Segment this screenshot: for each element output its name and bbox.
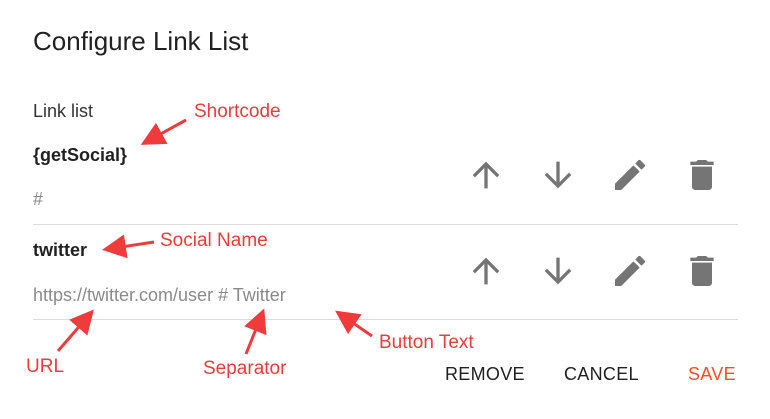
arrow-down-icon <box>544 161 572 189</box>
shortcode-arrow <box>140 118 187 145</box>
move-down-button[interactable] <box>538 155 578 195</box>
edit-button[interactable] <box>610 155 650 195</box>
move-up-button[interactable] <box>466 155 506 195</box>
row-divider <box>33 224 738 225</box>
social-name-arrow <box>102 234 155 259</box>
shortcode-annotation: Shortcode <box>194 101 281 122</box>
edit-button[interactable] <box>610 251 650 291</box>
dialog-title: Configure Link List <box>33 26 249 56</box>
row-name[interactable]: twitter <box>33 240 87 261</box>
trash-icon <box>690 256 714 286</box>
arrow-up-icon <box>472 257 500 285</box>
cancel-button[interactable]: CANCEL <box>564 364 639 385</box>
move-down-button[interactable] <box>538 251 578 291</box>
url-annotation: URL <box>26 356 65 377</box>
delete-button[interactable] <box>682 251 722 291</box>
arrow-up-icon <box>472 161 500 189</box>
pencil-icon <box>615 159 646 190</box>
button-text-arrow <box>335 310 373 338</box>
row-name[interactable]: {getSocial} <box>33 145 127 166</box>
trash-icon <box>690 160 714 190</box>
row-divider <box>33 319 738 320</box>
row-value[interactable]: # <box>33 189 43 210</box>
row-value[interactable]: https://twitter.com/user # Twitter <box>33 285 286 306</box>
link-list-label: Link list <box>33 101 94 121</box>
move-up-button[interactable] <box>466 251 506 291</box>
arrow-down-icon <box>544 257 572 285</box>
social-name-annotation: Social Name <box>160 230 268 251</box>
save-button[interactable]: SAVE <box>688 364 736 385</box>
remove-button[interactable]: REMOVE <box>445 364 525 385</box>
pencil-icon <box>615 255 646 286</box>
delete-button[interactable] <box>682 155 722 195</box>
button-text-annotation: Button Text <box>379 332 474 353</box>
separator-annotation: Separator <box>203 358 287 379</box>
separator-arrow <box>244 308 267 355</box>
annotation-arrows <box>56 118 373 355</box>
